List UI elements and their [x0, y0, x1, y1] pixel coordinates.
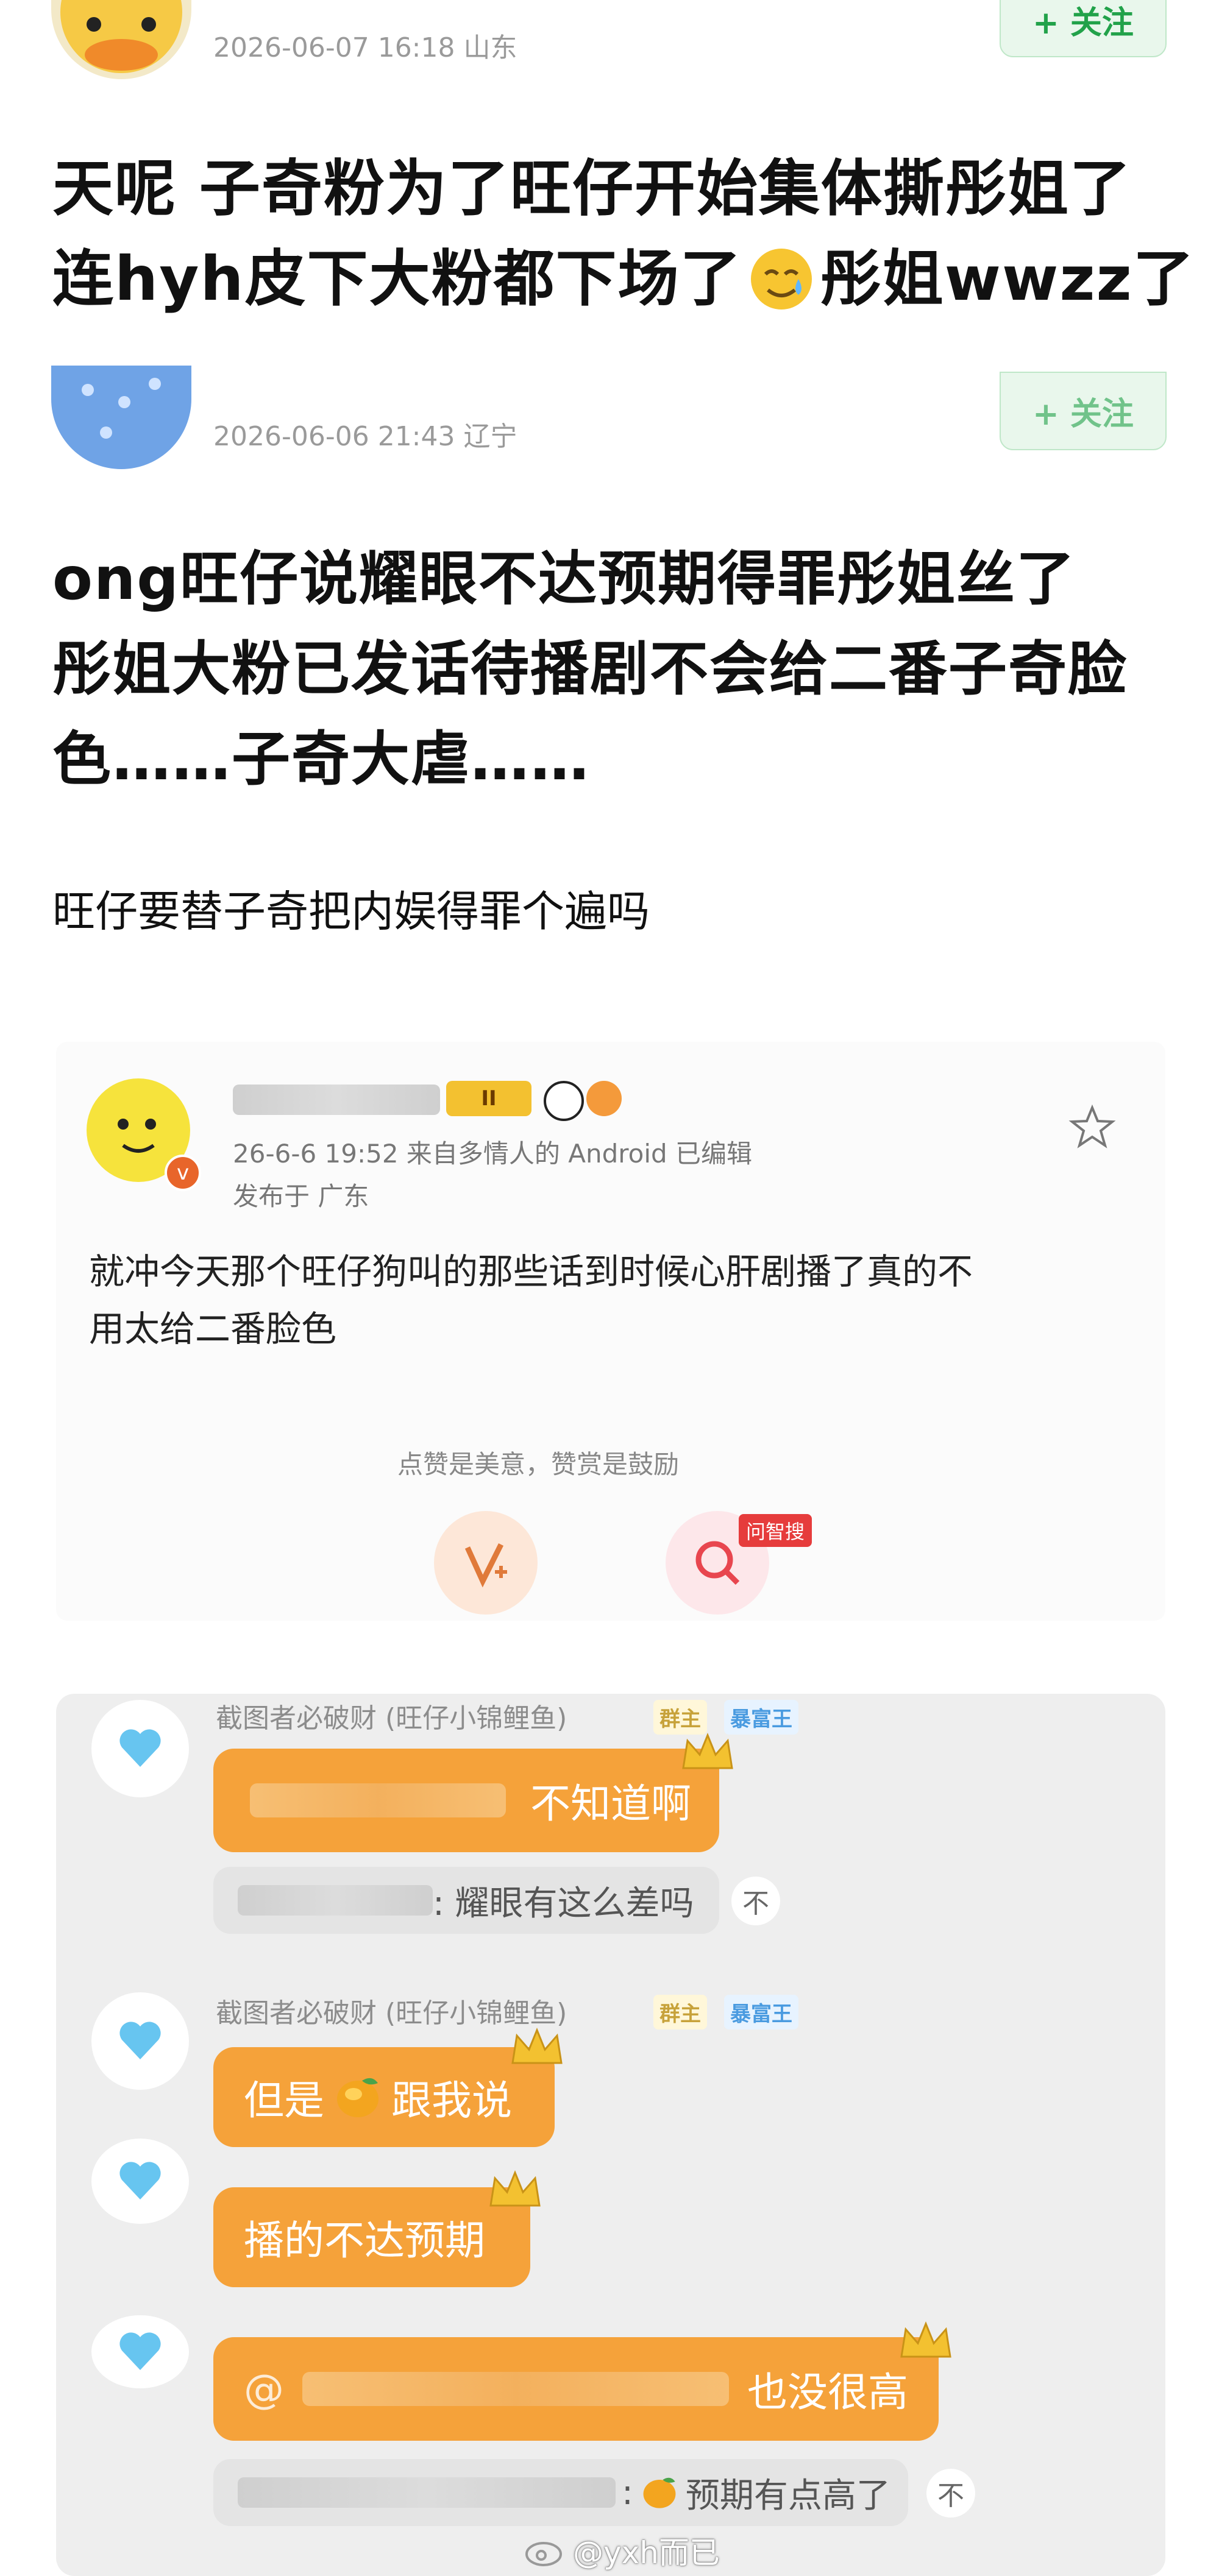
post1-avatar[interactable]	[51, 0, 191, 79]
quote-text: 预期有点高了	[685, 2475, 890, 2516]
chat-bubble[interactable]: 但是 跟我说	[213, 2047, 555, 2147]
tag-rich: 暴富王	[724, 1995, 798, 2029]
search-badge-text: 问智搜	[746, 1520, 805, 1543]
post1-title-line2-b: 彤姐wwzz了	[820, 243, 1195, 314]
quote-close-button[interactable]: 不	[926, 2469, 975, 2518]
blue-heart-icon	[119, 2022, 161, 2059]
search-badge: 问智搜	[739, 1514, 812, 1547]
tag-owner: 群主	[653, 1700, 707, 1735]
panda-icon	[544, 1081, 584, 1121]
crying-smile-emoji-icon	[750, 249, 812, 310]
watermark: @yxh而已	[524, 2528, 720, 2572]
sender-name: 截图者必破财 (旺仔小锦鲤鱼)	[216, 1998, 567, 2029]
blurred-quote-name	[238, 2477, 616, 2508]
verified-badge: v	[165, 1155, 201, 1191]
crown-level-badge: II	[446, 1081, 531, 1116]
card-meta-line: 26-6-6 19:52 来自多情人的 Android 已编辑	[233, 1139, 753, 1169]
quote-reply[interactable]: : 耀眼有这么差吗	[213, 1867, 719, 1934]
blurred-mention	[250, 1783, 506, 1817]
crown-icon	[682, 1733, 733, 1769]
bubble-text: 播的不达预期	[244, 2217, 485, 2264]
card-body-line1: 就冲今天那个旺仔狗叫的那些话到时候心肝剧播了真的不	[89, 1251, 973, 1292]
bubble-text: 不知道啊	[530, 1780, 691, 1827]
chat-bubble[interactable]: @ 也没很高	[213, 2337, 939, 2441]
post2-body: 旺仔要替子奇把内娱得罪个遍吗	[52, 886, 650, 936]
post2-follow-button[interactable]: + 关注	[1000, 372, 1167, 450]
post2-title-line1: ong旺仔说耀眼不达预期得罪彤姐丝了	[52, 545, 1076, 613]
follow-label: + 关注	[1032, 396, 1134, 433]
post2-title-line2: 彤姐大粉已发话待播剧不会给二番子奇脸	[52, 635, 1128, 703]
search-icon	[695, 1541, 740, 1585]
reward-hint: 点赞是美意，赞赏是鼓励	[397, 1449, 680, 1479]
post1-title-line2-a: 连hyh皮下大粉都下场了	[52, 243, 742, 314]
chat-bubble[interactable]: 播的不达预期	[213, 2187, 530, 2287]
quote-reply[interactable]: : 预期有点高了	[213, 2459, 908, 2526]
card-username-blurred	[233, 1085, 440, 1115]
follow-button[interactable]: + 关注	[1000, 0, 1167, 57]
follow-label: + 关注	[1032, 4, 1134, 41]
post2-title-line3: 色……子奇大虐……	[52, 725, 590, 793]
post2-meta: 2026-06-06 21:43 辽宁	[213, 421, 517, 452]
card-body: 就冲今天那个旺仔狗叫的那些话到时候心肝剧播了真的不 用太给二番脸色	[89, 1243, 1137, 1357]
quote-close-label: 不	[742, 1888, 769, 1919]
reward-v-icon	[464, 1543, 507, 1588]
tag-rich: 暴富王	[724, 1700, 798, 1735]
chat-avatar[interactable]	[91, 1992, 189, 2090]
card-location: 发布于 广东	[233, 1181, 369, 1211]
watermark-text: @yxh而已	[573, 2535, 720, 2571]
weibo-logo-icon	[525, 2542, 562, 2566]
post1-title-line1: 天呢 子奇粉为了旺仔开始集体撕彤姐了	[52, 153, 1132, 224]
blurred-quote-name	[238, 1885, 433, 1916]
blue-heart-icon	[119, 1729, 161, 1767]
post1-meta: 2026-06-07 16:18 山东	[213, 32, 517, 63]
sender-name: 截图者必破财 (旺仔小锦鲤鱼)	[216, 1703, 567, 1734]
quote-close-button[interactable]: 不	[731, 1877, 780, 1925]
blue-heart-icon	[119, 2162, 161, 2199]
star-icon[interactable]	[1068, 1103, 1117, 1152]
bubble-text-b: 跟我说	[391, 2077, 512, 2124]
chat-avatar[interactable]	[91, 2139, 189, 2224]
mango-icon	[643, 2477, 676, 2508]
quote-text: : 耀眼有这么差吗	[433, 1883, 694, 1923]
duck-icon	[60, 0, 182, 73]
blurred-mention	[302, 2372, 729, 2406]
crown-icon	[489, 2170, 541, 2207]
bubble-text: 也没很高	[747, 2369, 908, 2416]
like-reward-button[interactable]	[434, 1511, 538, 1615]
chat-avatar[interactable]	[91, 1700, 189, 1797]
quote-close-label: 不	[937, 2480, 964, 2511]
post1-title: 天呢 子奇粉为了旺仔开始集体撕彤姐了 连hyh皮下大粉都下场了 彤姐wwzz了	[52, 144, 1198, 324]
post1-title-line2: 连hyh皮下大粉都下场了 彤姐wwzz了	[52, 234, 1198, 324]
blue-heart-icon	[119, 2332, 161, 2370]
card-body-line2: 用太给二番脸色	[89, 1308, 337, 1350]
post2-title: ong旺仔说耀眼不达预期得罪彤姐丝了 彤姐大粉已发话待播剧不会给二番子奇脸 色……	[52, 534, 1198, 804]
mango-icon	[337, 2078, 378, 2117]
level-badge-text: II	[481, 1086, 497, 1111]
chat-bubble[interactable]: 不知道啊	[213, 1749, 719, 1852]
bubble-prefix: @	[244, 2365, 284, 2413]
crown-icon	[511, 2028, 563, 2064]
chat-avatar[interactable]	[91, 2315, 189, 2388]
post2-avatar[interactable]	[51, 366, 191, 469]
fish-icon	[586, 1081, 622, 1116]
bubble-text-a: 但是	[244, 2077, 324, 2124]
tag-owner: 群主	[653, 1995, 707, 2029]
blue-pattern-icon	[82, 378, 161, 439]
weibo-screenshot-card: v II 26-6-6 19:52 来自多情人的 Android 已编辑 发布于…	[56, 1042, 1165, 1621]
crown-icon	[900, 2321, 951, 2358]
